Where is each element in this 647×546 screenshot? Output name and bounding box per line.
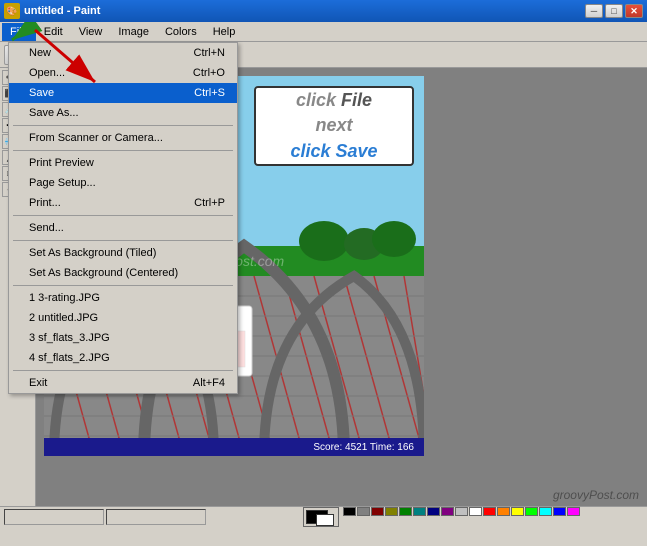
maximize-button[interactable]: □ bbox=[605, 4, 623, 18]
separator-1 bbox=[13, 125, 233, 126]
menu-item-exit[interactable]: Exit Alt+F4 bbox=[9, 373, 237, 393]
menu-colors[interactable]: Colors bbox=[157, 23, 205, 41]
swatch-darkred[interactable] bbox=[371, 507, 384, 516]
swatch-cyan[interactable] bbox=[539, 507, 552, 516]
swatch-white[interactable] bbox=[469, 507, 482, 516]
swatch-green[interactable] bbox=[399, 507, 412, 516]
swatch-gray[interactable] bbox=[357, 507, 370, 516]
separator-4 bbox=[13, 240, 233, 241]
title-bar: 🎨 untitled - Paint ─ □ ✕ bbox=[0, 0, 647, 22]
menu-item-save-as[interactable]: Save As... bbox=[9, 103, 237, 123]
swatch-orange[interactable] bbox=[497, 507, 510, 516]
instruction-line2: next bbox=[315, 113, 352, 138]
app-icon: 🎨 bbox=[4, 3, 20, 19]
instruction-box: click File next click Save bbox=[254, 86, 414, 166]
menu-help[interactable]: Help bbox=[205, 23, 244, 41]
close-button[interactable]: ✕ bbox=[625, 4, 643, 18]
menu-item-bg-centered[interactable]: Set As Background (Centered) bbox=[9, 263, 237, 283]
swatch-blue[interactable] bbox=[553, 507, 566, 516]
separator-3 bbox=[13, 215, 233, 216]
menu-bar: File Edit View Image Colors Help bbox=[0, 22, 647, 42]
swatch-olive[interactable] bbox=[385, 507, 398, 516]
menu-item-scanner[interactable]: From Scanner or Camera... bbox=[9, 128, 237, 148]
menu-item-recent-4[interactable]: 4 sf_flats_2.JPG bbox=[9, 348, 237, 368]
svg-text:Score: 4521 Time: 166: Score: 4521 Time: 166 bbox=[313, 442, 414, 453]
instruction-line3: click Save bbox=[290, 139, 377, 164]
menu-item-recent-2[interactable]: 2 untitled.JPG bbox=[9, 308, 237, 328]
swatch-yellow[interactable] bbox=[511, 507, 524, 516]
menu-image[interactable]: Image bbox=[110, 23, 157, 41]
separator-2 bbox=[13, 150, 233, 151]
separator-5 bbox=[13, 285, 233, 286]
color-palette bbox=[343, 507, 643, 527]
window-title: untitled - Paint bbox=[24, 5, 585, 17]
swatch-red[interactable] bbox=[483, 507, 496, 516]
swatch-purple[interactable] bbox=[441, 507, 454, 516]
menu-edit[interactable]: Edit bbox=[36, 23, 71, 41]
swatch-silver[interactable] bbox=[455, 507, 468, 516]
swatch-teal[interactable] bbox=[413, 507, 426, 516]
instruction-line1: click File bbox=[296, 88, 372, 113]
swatch-magenta[interactable] bbox=[567, 507, 580, 516]
window-controls: ─ □ ✕ bbox=[585, 4, 643, 18]
file-dropdown-menu: New Ctrl+N Open... Ctrl+O Save Ctrl+S Sa… bbox=[8, 42, 238, 394]
menu-item-recent-1[interactable]: 1 3-rating.JPG bbox=[9, 288, 237, 308]
menu-item-new[interactable]: New Ctrl+N bbox=[9, 43, 237, 63]
color-selector[interactable] bbox=[303, 507, 339, 527]
status-bar bbox=[0, 506, 647, 526]
menu-item-bg-tiled[interactable]: Set As Background (Tiled) bbox=[9, 243, 237, 263]
swatch-navy[interactable] bbox=[427, 507, 440, 516]
menu-view[interactable]: View bbox=[71, 23, 111, 41]
menu-item-recent-3[interactable]: 3 sf_flats_3.JPG bbox=[9, 328, 237, 348]
separator-6 bbox=[13, 370, 233, 371]
bottom-watermark: groovyPost.com bbox=[553, 488, 639, 502]
menu-item-open[interactable]: Open... Ctrl+O bbox=[9, 63, 237, 83]
status-coords bbox=[4, 509, 104, 525]
status-size bbox=[106, 509, 206, 525]
menu-item-send[interactable]: Send... bbox=[9, 218, 237, 238]
menu-file[interactable]: File bbox=[2, 23, 36, 41]
minimize-button[interactable]: ─ bbox=[585, 4, 603, 18]
menu-item-save[interactable]: Save Ctrl+S bbox=[9, 83, 237, 103]
menu-item-page-setup[interactable]: Page Setup... bbox=[9, 173, 237, 193]
background-color bbox=[316, 514, 334, 526]
swatch-lime[interactable] bbox=[525, 507, 538, 516]
menu-item-print[interactable]: Print... Ctrl+P bbox=[9, 193, 237, 213]
swatch-black[interactable] bbox=[343, 507, 356, 516]
menu-item-print-preview[interactable]: Print Preview bbox=[9, 153, 237, 173]
